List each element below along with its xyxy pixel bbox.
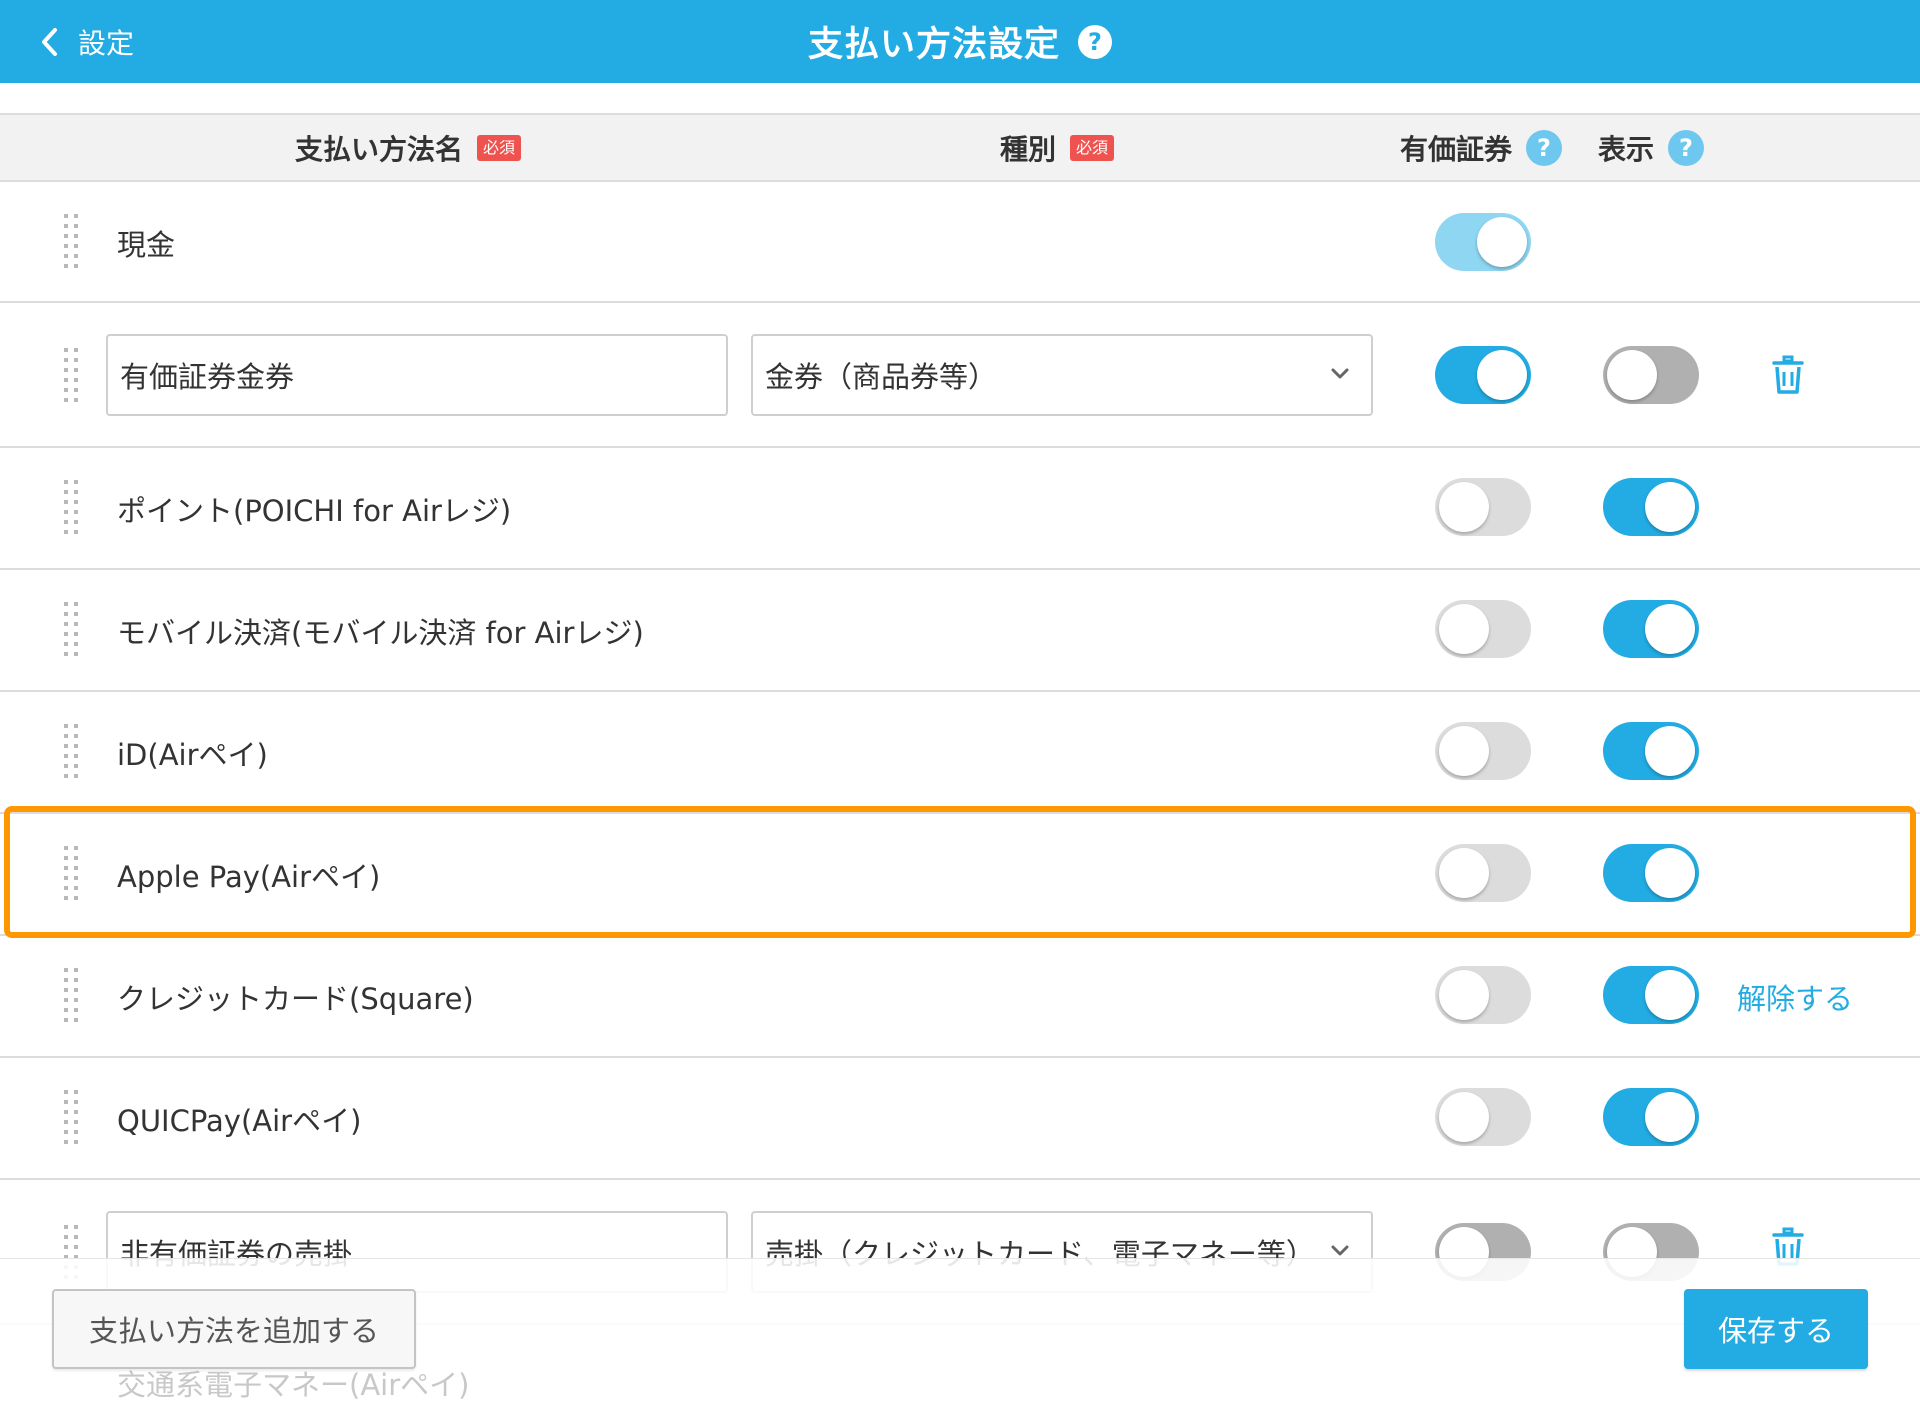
payment-name: 現金 [117,228,176,262]
column-display-label: 表示 [1598,132,1655,166]
chevron-down-icon [1331,1245,1349,1256]
drag-handle-icon[interactable] [64,480,80,540]
add-payment-method-button[interactable]: 支払い方法を追加する [52,1289,416,1369]
help-icon[interactable]: ? [1078,24,1112,59]
payment-name: モバイル決済(モバイル決済 for Airレジ) [117,616,644,650]
drag-handle-icon[interactable] [64,214,80,274]
required-badge: 必須 [1070,134,1115,161]
payment-row: 金券（商品券等） [0,303,1920,448]
column-name: 支払い方法名 必須 [295,115,522,180]
payment-name: QUICPay(Airペイ) [117,1104,362,1138]
securities-toggle[interactable] [1435,346,1531,404]
display-toggle[interactable] [1603,600,1699,658]
payment-name: ポイント(POICHI for Airレジ) [117,494,512,528]
drag-handle-icon[interactable] [64,724,80,784]
payment-name: クレジットカード(Square) [117,982,474,1016]
payment-row: モバイル決済(モバイル決済 for Airレジ) [0,570,1920,692]
payment-row: iD(Airペイ) [0,692,1920,814]
securities-toggle[interactable] [1435,1088,1531,1146]
drag-handle-icon[interactable] [64,846,80,906]
display-toggle[interactable] [1603,966,1699,1024]
save-button[interactable]: 保存する [1684,1289,1868,1369]
column-securities: 有価証券 ? [1400,115,1563,180]
payment-type-value: 金券（商品券等） [765,360,998,394]
app-header: 設定 支払い方法設定 ? [0,0,1920,83]
display-toggle[interactable] [1603,478,1699,536]
unlink-button[interactable]: 解除する [1737,976,1853,1018]
securities-toggle[interactable] [1435,478,1531,536]
securities-toggle[interactable] [1435,844,1531,902]
payment-row: ポイント(POICHI for Airレジ) [0,448,1920,570]
column-type: 種別 必須 [1000,115,1115,180]
column-display: 表示 ? [1598,115,1705,180]
column-header: 支払い方法名 必須 種別 必須 有価証券 ? 表示 ? [0,113,1920,182]
title-bar: 支払い方法設定 ? [0,0,1920,83]
payment-row: クレジットカード(Square) 解除する [0,936,1920,1058]
page-title: 支払い方法設定 [807,25,1060,65]
payment-name-input[interactable] [106,334,728,416]
column-type-label: 種別 [1000,132,1057,166]
payment-row: Apple Pay(Airペイ) [0,814,1920,936]
drag-handle-icon[interactable] [64,602,80,662]
chevron-down-icon [1331,368,1349,379]
securities-toggle[interactable] [1435,600,1531,658]
drag-handle-icon[interactable] [64,968,80,1028]
required-badge: 必須 [477,134,522,161]
trash-icon[interactable] [1772,355,1804,395]
payment-row: 現金 [0,182,1920,303]
column-securities-label: 有価証券 [1400,132,1513,166]
help-icon[interactable]: ? [1526,129,1563,166]
securities-toggle[interactable] [1435,213,1531,271]
display-toggle[interactable] [1603,844,1699,902]
payment-row: QUICPay(Airペイ) [0,1058,1920,1180]
payment-name: Apple Pay(Airペイ) [117,860,381,894]
column-name-label: 支払い方法名 [295,132,464,166]
payment-type-select[interactable]: 金券（商品券等） [751,334,1373,416]
securities-toggle[interactable] [1435,722,1531,780]
help-icon[interactable]: ? [1668,129,1705,166]
payment-name: iD(Airペイ) [117,738,268,772]
drag-handle-icon[interactable] [64,348,80,408]
display-toggle[interactable] [1603,722,1699,780]
display-toggle[interactable] [1603,1088,1699,1146]
securities-toggle[interactable] [1435,966,1531,1024]
display-toggle[interactable] [1603,346,1699,404]
drag-handle-icon[interactable] [64,1090,80,1150]
